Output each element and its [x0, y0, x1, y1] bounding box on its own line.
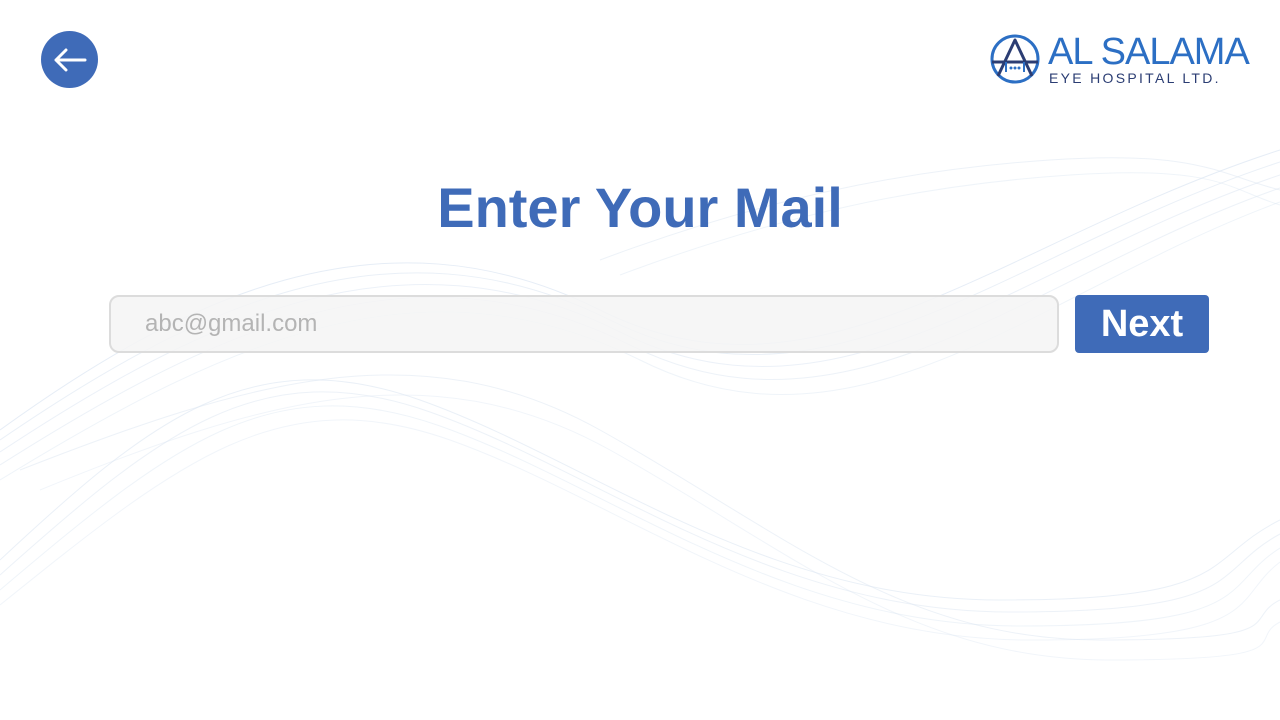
- arrow-left-icon: [53, 48, 87, 72]
- al-salama-emblem-icon: [990, 34, 1040, 84]
- page-title: Enter Your Mail: [437, 176, 843, 239]
- logo-name: AL SALAMA: [1048, 31, 1250, 73]
- background-waves: [0, 149, 1280, 661]
- email-input[interactable]: [109, 295, 1059, 353]
- email-entry-screen: AL SALAMA EYE HOSPITAL LTD. Enter Your M…: [0, 0, 1280, 720]
- back-button[interactable]: [41, 31, 98, 88]
- next-button[interactable]: Next: [1075, 295, 1209, 353]
- logo-subtitle: EYE HOSPITAL LTD.: [1049, 70, 1221, 86]
- hospital-logo: AL SALAMA EYE HOSPITAL LTD.: [988, 30, 1250, 92]
